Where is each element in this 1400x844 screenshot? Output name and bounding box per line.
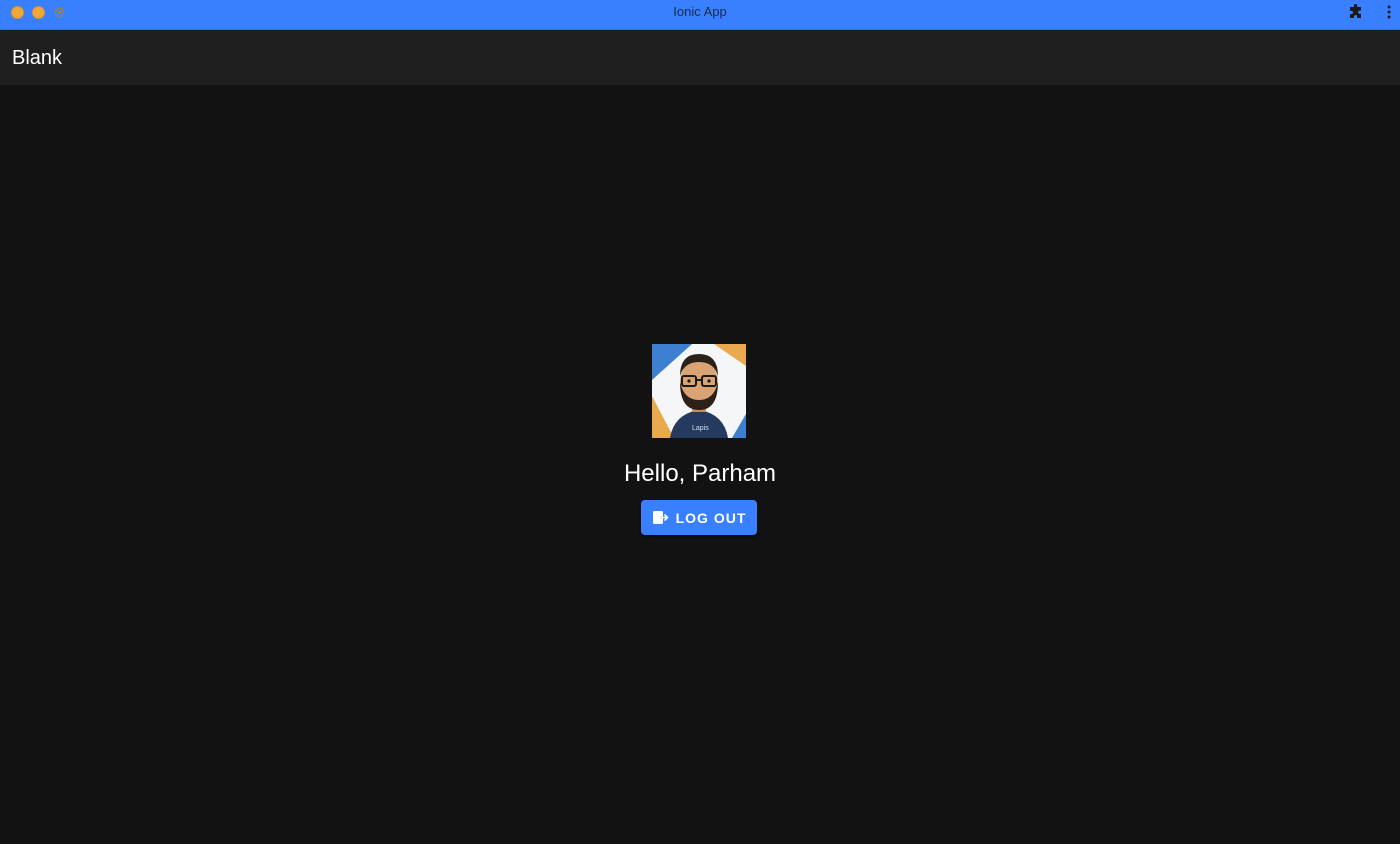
log-out-icon xyxy=(652,509,669,526)
extensions-puzzle-icon[interactable] xyxy=(1348,4,1364,20)
svg-text:Lapis: Lapis xyxy=(692,425,709,432)
main-content: Lapis Hello, Parham LOG OUT xyxy=(0,85,1400,844)
user-avatar: Lapis xyxy=(652,344,746,438)
page-title: Blank xyxy=(12,47,63,69)
window-titlebar: Ionic App xyxy=(0,0,1400,30)
logout-button[interactable]: LOG OUT xyxy=(641,500,757,535)
more-vertical-icon[interactable] xyxy=(1386,4,1392,20)
app-toolbar: Blank xyxy=(0,30,1400,85)
logout-button-label: LOG OUT xyxy=(675,509,747,526)
window-title: Ionic App xyxy=(673,4,727,19)
greeting-text: Hello, Parham xyxy=(623,460,777,487)
